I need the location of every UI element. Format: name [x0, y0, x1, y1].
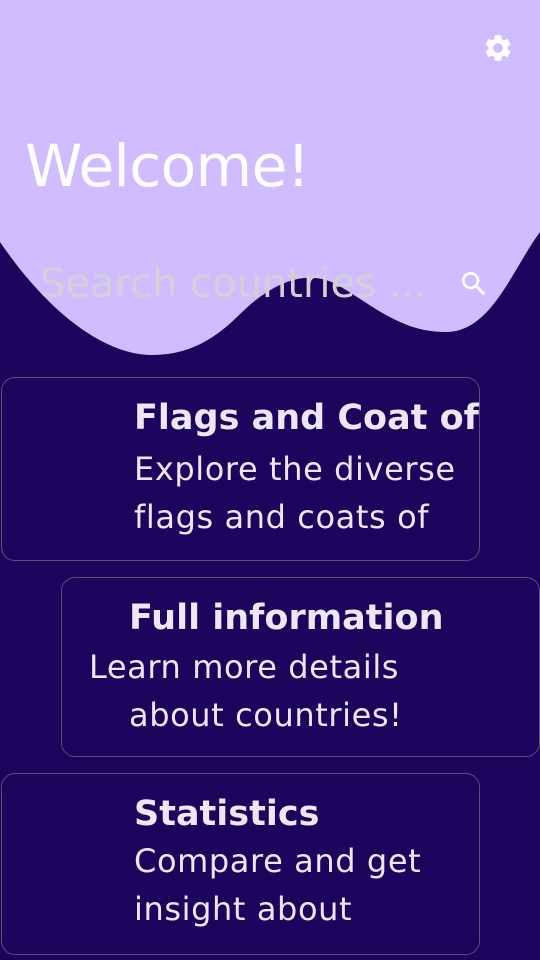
search-icon [462, 272, 486, 296]
welcome-title: Welcome! [25, 132, 310, 200]
gear-icon [485, 35, 511, 61]
card-title: Full information [129, 598, 444, 638]
card-statistics[interactable]: Statistics Compare and get insight about [1, 773, 480, 955]
search-button[interactable] [454, 264, 494, 304]
card-description-line: flags and coats of [134, 498, 430, 536]
settings-button[interactable] [478, 28, 518, 68]
card-description-line: about countries! [129, 696, 403, 734]
card-title: Statistics [134, 794, 320, 834]
card-description-line: Compare and get [134, 842, 422, 880]
card-description-line: Explore the diverse [134, 450, 456, 488]
card-flags[interactable]: Flags and Coat of Explore the diverse fl… [1, 377, 480, 561]
card-description-line: Learn more details [89, 648, 400, 686]
card-description-line: insight about [134, 890, 353, 928]
card-title: Flags and Coat of [134, 398, 479, 438]
search-input[interactable] [40, 256, 440, 312]
card-full-information[interactable]: Full information Learn more details abou… [61, 577, 540, 757]
